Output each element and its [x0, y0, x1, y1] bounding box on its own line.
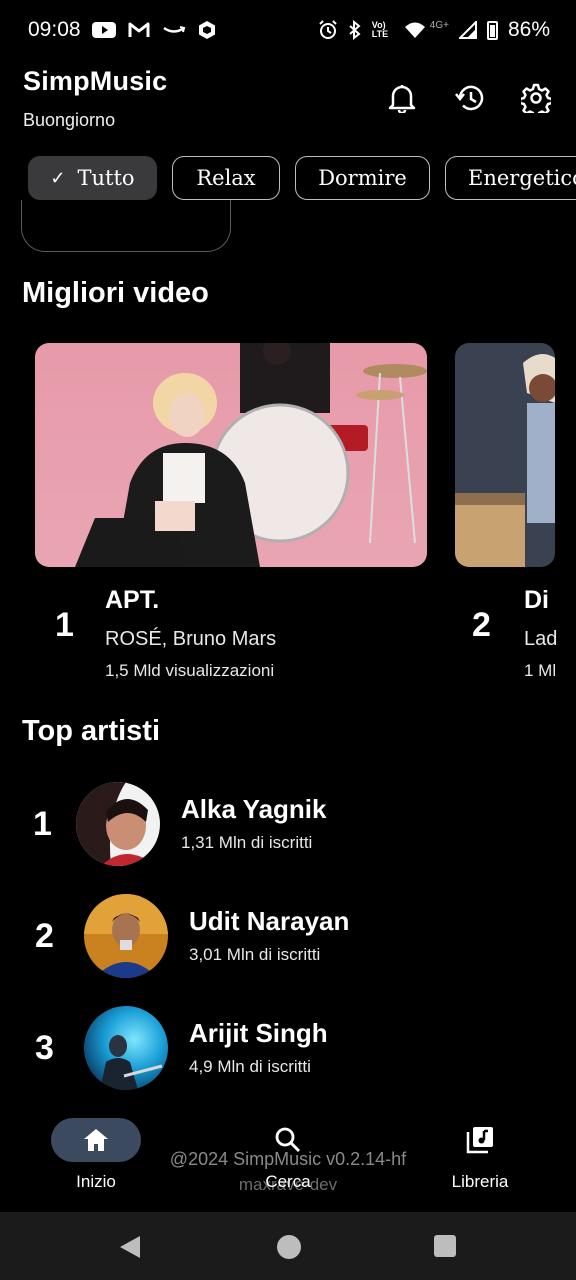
- chip-dormire[interactable]: Dormire: [295, 156, 430, 200]
- nav-label: Inizio: [76, 1172, 116, 1191]
- video-views: 1 Ml: [524, 661, 557, 680]
- artist-subscribers: 3,01 Mln di iscritti: [189, 945, 321, 964]
- wifi-icon: [404, 22, 425, 38]
- chip-label: Energetico: [468, 166, 576, 190]
- video-rank: 1: [55, 606, 74, 644]
- bell-icon: [388, 85, 416, 113]
- alarm-icon: [319, 20, 337, 39]
- nav-item-library[interactable]: Libreria: [410, 1118, 550, 1208]
- bottom-navigation: Inizio Cerca Libreria: [0, 1108, 576, 1212]
- volte-icon: Vo) LTE: [371, 20, 389, 39]
- greeting-text: Buongiorno: [23, 110, 116, 130]
- video-thumbnail-1[interactable]: [35, 343, 427, 567]
- chip-tutto[interactable]: ✓ Tutto: [28, 156, 157, 200]
- nav-label: Cerca: [265, 1172, 311, 1191]
- chip-energetico[interactable]: Energetico: [445, 156, 576, 200]
- nav-item-home[interactable]: Inizio: [26, 1118, 166, 1208]
- chip-label: Relax: [196, 166, 256, 190]
- library-icon: [466, 1127, 493, 1154]
- status-bar: 09:08 Vo) LTE 4G+ 86%: [0, 0, 576, 62]
- artist-name: Udit Narayan: [189, 906, 350, 936]
- video-title[interactable]: APT.: [105, 586, 159, 615]
- chip-label: Tutto: [77, 166, 135, 190]
- bluetooth-icon: [349, 20, 361, 40]
- previous-section-card[interactable]: [21, 200, 231, 252]
- video-thumbnail-image: [35, 343, 427, 567]
- section-title-top-videos: Migliori video: [22, 277, 209, 309]
- nav-label: Libreria: [451, 1172, 509, 1191]
- avatar: [84, 894, 168, 978]
- artist-rank: 3: [35, 1029, 54, 1067]
- artist-subscribers: 4,9 Mln di iscritti: [189, 1057, 311, 1076]
- chip-relax[interactable]: Relax: [172, 156, 280, 200]
- check-icon: ✓: [50, 167, 66, 189]
- gmail-icon: [128, 22, 150, 37]
- status-time: 09:08: [28, 18, 81, 41]
- notifications-button[interactable]: [384, 80, 420, 116]
- home-icon: [84, 1129, 108, 1151]
- history-icon: [455, 85, 484, 111]
- gear-icon: [521, 83, 551, 113]
- chip-label: Dormire: [318, 166, 407, 190]
- notification-icons: [92, 20, 216, 40]
- back-icon[interactable]: [118, 1234, 142, 1260]
- history-button[interactable]: [452, 80, 488, 116]
- search-icon: [275, 1127, 301, 1153]
- home-circle-icon[interactable]: [276, 1234, 302, 1260]
- system-status-icons: Vo) LTE 4G+ 86%: [318, 18, 550, 42]
- video-thumbnail-image: [455, 343, 555, 567]
- artist-subscribers: 1,31 Mln di iscritti: [181, 833, 313, 852]
- artist-name: Arijit Singh: [189, 1018, 328, 1048]
- avatar: [76, 782, 160, 866]
- nav-indicator: [51, 1118, 141, 1162]
- artist-photo: [84, 1006, 168, 1090]
- nav-item-search[interactable]: Cerca: [218, 1118, 358, 1208]
- signal-icon: [458, 21, 477, 39]
- artist-photo: [76, 782, 160, 866]
- video-thumbnail-2[interactable]: [455, 343, 555, 567]
- battery-percentage: 86%: [507, 18, 550, 41]
- avatar: [84, 1006, 168, 1090]
- amazon-icon: [163, 26, 186, 33]
- network-4g-icon: 4G+: [429, 19, 449, 31]
- artist-rank: 2: [35, 917, 54, 955]
- video-rank: 2: [472, 606, 491, 644]
- video-artist: ROSÉ, Bruno Mars: [105, 628, 277, 650]
- recents-icon[interactable]: [433, 1234, 457, 1258]
- artist-name: Alka Yagnik: [181, 794, 327, 824]
- nav-indicator: [243, 1118, 333, 1162]
- artist-photo: [84, 894, 168, 978]
- video-views: 1,5 Mld visualizzazioni: [105, 661, 275, 680]
- video-title[interactable]: Di: [524, 586, 576, 615]
- battery-icon: [486, 20, 498, 40]
- settings-button[interactable]: [518, 80, 554, 116]
- app-title: SimpMusic: [23, 66, 168, 96]
- youtube-icon: [92, 22, 116, 38]
- video-artist: Lad: [524, 628, 558, 650]
- hexagon-app-icon: [199, 21, 215, 39]
- nav-indicator: [435, 1118, 525, 1162]
- system-navigation-bar: [0, 1212, 576, 1280]
- section-title-top-artists: Top artisti: [22, 715, 161, 747]
- artist-rank: 1: [33, 805, 52, 843]
